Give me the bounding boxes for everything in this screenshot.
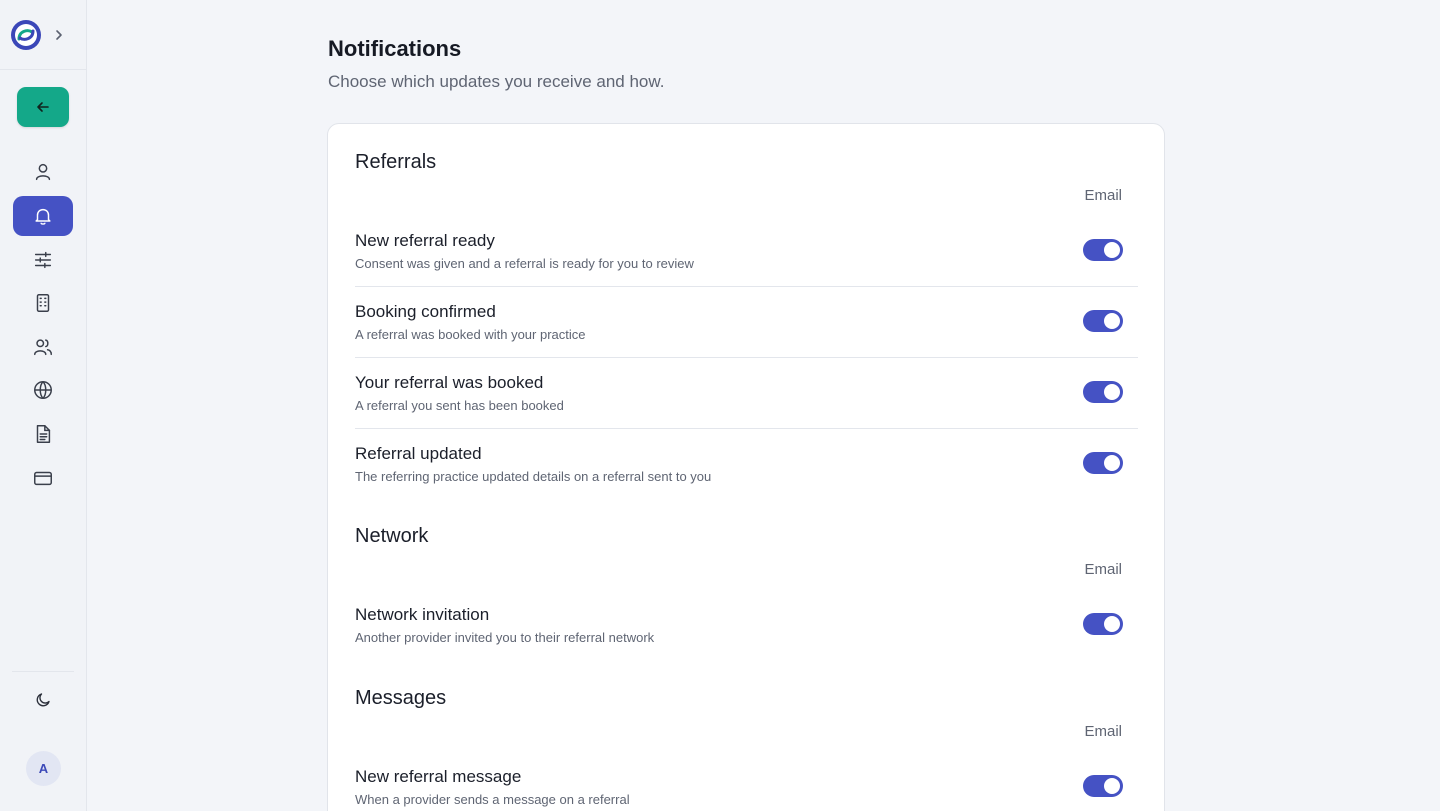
sidebar-item-profile[interactable] bbox=[13, 152, 73, 192]
section-title-messages: Messages bbox=[355, 687, 447, 709]
chevron-right-icon[interactable] bbox=[52, 27, 66, 43]
page-title: Notifications bbox=[328, 36, 462, 61]
users-icon bbox=[34, 339, 52, 356]
notification-title: Referral updated bbox=[355, 444, 482, 463]
column-header-email: Email bbox=[1084, 187, 1122, 204]
notification-description: The referring practice updated details o… bbox=[355, 469, 712, 484]
sidebar-item-network[interactable] bbox=[13, 370, 73, 410]
toggle-knob bbox=[1104, 384, 1120, 400]
sidebar-header bbox=[0, 0, 87, 70]
building-icon bbox=[36, 294, 50, 312]
moon-icon bbox=[36, 693, 50, 707]
sidebar-item-team[interactable] bbox=[13, 327, 73, 367]
notification-row: Booking confirmed A referral was booked … bbox=[355, 287, 1138, 358]
email-toggle[interactable] bbox=[1083, 381, 1123, 403]
notification-description: A referral you sent has been booked bbox=[355, 398, 564, 413]
column-header-email: Email bbox=[1084, 561, 1122, 578]
sidebar-divider bbox=[12, 671, 74, 672]
notification-settings-card: Referrals Email New referral ready Conse… bbox=[327, 123, 1165, 811]
toggle-knob bbox=[1104, 313, 1120, 329]
section-title-referrals: Referrals bbox=[355, 151, 437, 173]
toggle-knob bbox=[1104, 616, 1120, 632]
notification-title: Network invitation bbox=[355, 605, 490, 624]
toggle-knob bbox=[1104, 455, 1120, 471]
sidebar-item-practice[interactable] bbox=[13, 283, 73, 323]
email-toggle[interactable] bbox=[1083, 775, 1123, 797]
notification-description: When a provider sends a message on a ref… bbox=[355, 792, 630, 807]
back-button[interactable] bbox=[17, 87, 69, 127]
email-toggle[interactable] bbox=[1083, 310, 1123, 332]
sidebar-item-documents[interactable] bbox=[13, 414, 73, 454]
sidebar-item-notifications[interactable] bbox=[13, 196, 73, 236]
notification-description: Consent was given and a referral is read… bbox=[355, 256, 694, 271]
notification-title: New referral ready bbox=[355, 231, 495, 250]
notification-title: Booking confirmed bbox=[355, 302, 496, 321]
notification-row: Your referral was booked A referral you … bbox=[355, 358, 1138, 429]
notification-row: Network invitation Another provider invi… bbox=[355, 590, 1138, 661]
theme-toggle-button[interactable] bbox=[13, 680, 73, 720]
sidebar-item-preferences[interactable] bbox=[13, 240, 73, 280]
notification-title: New referral message bbox=[355, 767, 522, 786]
column-header-email: Email bbox=[1084, 723, 1122, 740]
section-title-network: Network bbox=[355, 525, 429, 547]
user-icon bbox=[35, 163, 51, 181]
logo-icon[interactable] bbox=[10, 19, 42, 51]
credit-card-icon bbox=[34, 471, 52, 486]
email-toggle[interactable] bbox=[1083, 239, 1123, 261]
notification-row: New referral ready Consent was given and… bbox=[355, 216, 1138, 287]
notification-row: New referral message When a provider sen… bbox=[355, 752, 1138, 811]
notification-title: Your referral was booked bbox=[355, 373, 544, 392]
sliders-icon bbox=[34, 251, 52, 269]
sidebar-item-billing[interactable] bbox=[13, 458, 73, 498]
globe-icon bbox=[34, 381, 52, 399]
toggle-knob bbox=[1104, 242, 1120, 258]
sidebar: A bbox=[0, 0, 87, 811]
notification-row: Referral updated The referring practice … bbox=[355, 429, 1138, 500]
arrow-left-icon bbox=[37, 102, 49, 112]
notification-description: Another provider invited you to their re… bbox=[355, 630, 655, 645]
app: A Notifications Choose which updates you… bbox=[0, 0, 1440, 811]
document-icon bbox=[36, 425, 51, 443]
email-toggle[interactable] bbox=[1083, 613, 1123, 635]
notification-description: A referral was booked with your practice bbox=[355, 327, 586, 342]
page-subtitle: Choose which updates you receive and how… bbox=[328, 72, 665, 91]
email-toggle[interactable] bbox=[1083, 452, 1123, 474]
avatar[interactable]: A bbox=[26, 751, 61, 786]
bell-icon bbox=[35, 208, 51, 225]
toggle-knob bbox=[1104, 778, 1120, 794]
